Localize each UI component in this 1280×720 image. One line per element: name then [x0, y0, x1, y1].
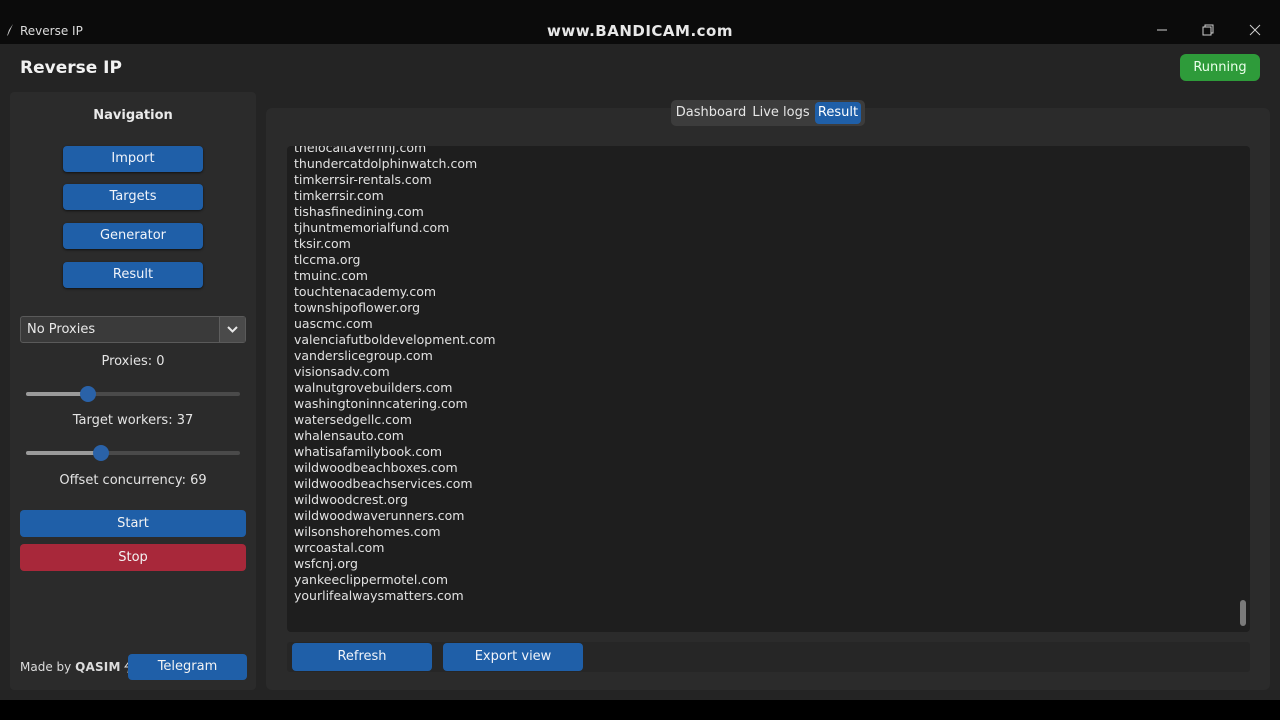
main-panel: Dashboard Live logs Result thelocaltaver… — [266, 100, 1270, 690]
proxy-mode-select[interactable]: No Proxies — [20, 316, 246, 343]
stop-button[interactable]: Stop — [20, 544, 246, 571]
result-item: thelocaltavernnj.com — [294, 146, 427, 155]
result-item: wsfcnj.org — [294, 556, 358, 571]
minimize-icon[interactable] — [1152, 22, 1172, 42]
tab-bar: Dashboard Live logs Result — [671, 100, 865, 126]
navigation-title: Navigation — [93, 108, 173, 123]
result-item: tksir.com — [294, 236, 351, 251]
bandicam-watermark: www.BANDICAM.com — [546, 22, 733, 40]
result-item: wrcoastal.com — [294, 540, 385, 555]
result-scrollbar[interactable] — [1240, 600, 1246, 626]
result-item: touchtenacademy.com — [294, 284, 437, 299]
result-item: wildwoodwaverunners.com — [294, 508, 465, 523]
result-item: washingtoninncatering.com — [294, 396, 468, 411]
result-list: thelocaltavernnj.com thundercatdolphinwat… — [294, 146, 496, 604]
target-workers-slider-fill — [26, 451, 101, 455]
generator-button[interactable]: Generator — [63, 223, 203, 249]
restore-icon[interactable] — [1198, 22, 1218, 42]
result-item: visionsadv.com — [294, 364, 390, 379]
result-textbox[interactable]: thelocaltavernnj.com thundercatdolphinwat… — [287, 146, 1250, 632]
proxies-slider[interactable] — [26, 386, 240, 402]
made-by-credit: Made by QASIM — [20, 657, 137, 674]
result-item: uascmc.com — [294, 316, 373, 331]
result-item: wildwoodcrest.org — [294, 492, 408, 507]
status-badge[interactable]: Running — [1180, 54, 1260, 81]
offset-concurrency-label: Offset concurrency: 69 — [59, 473, 207, 488]
result-item: wilsonshorehomes.com — [294, 524, 441, 539]
tab-result[interactable]: Result — [815, 102, 861, 124]
targets-button[interactable]: Targets — [63, 184, 203, 210]
sidebar: Navigation Import Targets Generator Resu… — [10, 92, 256, 690]
target-workers-slider-thumb[interactable] — [92, 445, 109, 461]
tab-live-logs[interactable]: Live logs — [751, 102, 811, 124]
start-button[interactable]: Start — [20, 510, 246, 537]
export-view-button[interactable]: Export view — [443, 643, 583, 671]
window-titlebar: Reverse IP www.BANDICAM.com — [0, 0, 1280, 44]
result-item: timkerrsir.com — [294, 188, 384, 203]
target-workers-slider[interactable] — [26, 445, 240, 461]
proxy-mode-value: No Proxies — [27, 322, 96, 337]
result-item: yourlifealwaysmatters.com — [294, 588, 464, 603]
result-item: tlccma.org — [294, 252, 361, 267]
result-item: townshipoflower.org — [294, 300, 421, 315]
app-title: Reverse IP — [20, 58, 122, 78]
result-item: wildwoodbeachboxes.com — [294, 460, 458, 475]
made-by-prefix: Made by — [20, 660, 72, 674]
import-button[interactable]: Import — [63, 146, 203, 172]
proxies-slider-fill — [26, 392, 89, 396]
result-item: wildwoodbeachservices.com — [294, 476, 473, 491]
action-bar: Refresh Export view — [287, 642, 1250, 672]
result-item: vanderslicegroup.com — [294, 348, 433, 363]
result-item: yankeeclippermotel.com — [294, 572, 449, 587]
tab-dashboard[interactable]: Dashboard — [675, 102, 747, 124]
brand-name: QASIM — [75, 660, 121, 674]
target-workers-label: Target workers: 37 — [72, 413, 194, 428]
proxies-count-label: Proxies: 0 — [101, 354, 165, 369]
result-item: thundercatdolphinwatch.com — [294, 156, 478, 171]
result-item: whalensauto.com — [294, 428, 404, 443]
result-item: watersedgellc.com — [294, 412, 412, 427]
proxies-slider-thumb[interactable] — [80, 386, 97, 402]
result-item: tmuinc.com — [294, 268, 368, 283]
result-item: timkerrsir-rentals.com — [294, 172, 432, 187]
chevron-down-icon[interactable] — [219, 317, 245, 342]
result-item: whatisafamilybook.com — [294, 444, 443, 459]
telegram-button[interactable]: Telegram — [128, 654, 247, 680]
app-window: Reverse IP Running Navigation Import Tar… — [0, 44, 1280, 700]
result-item: tishasfinedining.com — [294, 204, 424, 219]
result-item: walnutgrovebuilders.com — [294, 380, 453, 395]
result-button[interactable]: Result — [63, 262, 203, 288]
result-item: valenciafutboldevelopment.com — [294, 332, 496, 347]
result-item: tjhuntmemorialfund.com — [294, 220, 450, 235]
close-icon[interactable] — [1245, 22, 1265, 42]
refresh-button[interactable]: Refresh — [292, 643, 432, 671]
